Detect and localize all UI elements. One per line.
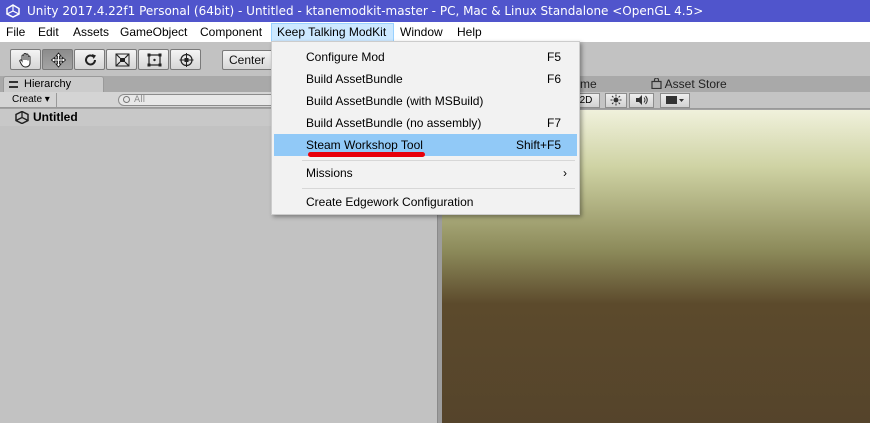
tab-asset-store-label: Asset Store xyxy=(664,77,727,91)
menu-item-shortcut: F7 xyxy=(546,116,561,130)
keep-talking-modkit-menu: Configure Mod F5 Build AssetBundle F6 Bu… xyxy=(271,41,580,215)
lighting-toggle[interactable] xyxy=(605,93,627,108)
menu-item-label: Create Edgework Configuration xyxy=(306,195,474,209)
tab-asset-store[interactable]: Asset Store xyxy=(651,76,727,92)
menu-item-build-assetbundle-no-assembly[interactable]: Build AssetBundle (no assembly) F7 xyxy=(274,112,577,134)
scene-name: Untitled xyxy=(33,110,78,124)
menu-help[interactable]: Help xyxy=(452,23,487,42)
menu-assets[interactable]: Assets xyxy=(68,23,114,42)
tab-game[interactable]: me xyxy=(580,76,597,92)
menu-item-missions[interactable]: Missions › xyxy=(274,162,577,184)
unity-scene-icon xyxy=(15,111,29,124)
window-title: Unity 2017.4.22f1 Personal (64bit) - Unt… xyxy=(27,4,704,18)
sun-icon xyxy=(610,94,622,106)
menu-edit[interactable]: Edit xyxy=(33,23,64,42)
menu-item-create-edgework-configuration[interactable]: Create Edgework Configuration xyxy=(274,191,577,213)
pivot-center-toggle[interactable]: Center xyxy=(222,50,278,70)
menu-gameobject[interactable]: GameObject xyxy=(115,23,192,42)
audio-toggle[interactable] xyxy=(629,93,654,108)
menu-separator xyxy=(302,188,575,189)
effects-dropdown[interactable] xyxy=(660,93,690,108)
menu-item-label: Missions xyxy=(306,166,353,180)
tab-hierarchy[interactable]: Hierarchy xyxy=(3,76,104,92)
annotation-underline xyxy=(308,152,425,157)
rect-tool-icon xyxy=(147,53,162,67)
move-tool-button[interactable] xyxy=(42,49,73,70)
menu-item-label: Build AssetBundle (no assembly) xyxy=(306,116,482,130)
speaker-icon xyxy=(635,95,648,105)
transform-tool-icon xyxy=(179,53,194,67)
transform-tool-button[interactable] xyxy=(170,49,201,70)
menu-item-shortcut: Shift+F5 xyxy=(515,138,561,152)
rotate-tool-button[interactable] xyxy=(74,49,105,70)
rotate-icon xyxy=(85,54,96,66)
search-placeholder: All xyxy=(134,95,146,105)
hand-icon xyxy=(19,53,31,68)
menu-bar: File Edit Assets GameObject Component Ke… xyxy=(0,22,870,42)
image-icon xyxy=(666,96,684,104)
hierarchy-search-input[interactable]: All xyxy=(118,94,278,106)
menu-item-label: Build AssetBundle xyxy=(306,72,403,86)
menu-item-shortcut: F6 xyxy=(546,72,561,86)
hand-tool-button[interactable] xyxy=(10,49,41,70)
menu-component[interactable]: Component xyxy=(195,23,267,42)
menu-item-build-assetbundle-msbuild[interactable]: Build AssetBundle (with MSBuild) xyxy=(274,90,577,112)
menu-file[interactable]: File xyxy=(1,23,30,42)
scale-tool-button[interactable] xyxy=(106,49,137,70)
unity-logo-icon xyxy=(6,4,20,18)
submenu-arrow-icon: › xyxy=(563,166,567,180)
menu-separator xyxy=(302,160,575,161)
menu-item-label: Configure Mod xyxy=(306,50,385,64)
menu-item-label: Build AssetBundle (with MSBuild) xyxy=(306,94,484,108)
tab-hierarchy-label: Hierarchy xyxy=(24,78,72,90)
menu-item-build-assetbundle[interactable]: Build AssetBundle F6 xyxy=(274,68,577,90)
create-dropdown-button[interactable]: Create ▾ xyxy=(6,93,57,107)
title-bar: Unity 2017.4.22f1 Personal (64bit) - Unt… xyxy=(0,0,870,22)
rect-tool-button[interactable] xyxy=(138,49,169,70)
menu-item-shortcut: F5 xyxy=(546,50,561,64)
menu-window[interactable]: Window xyxy=(395,23,448,42)
search-icon xyxy=(123,96,130,103)
list-icon xyxy=(9,81,18,88)
scale-icon xyxy=(115,53,130,67)
menu-keep-talking-modkit[interactable]: Keep Talking ModKit xyxy=(271,23,394,42)
shopping-bag-icon xyxy=(651,77,662,90)
move-icon xyxy=(50,52,67,68)
menu-item-configure-mod[interactable]: Configure Mod F5 xyxy=(274,46,577,68)
